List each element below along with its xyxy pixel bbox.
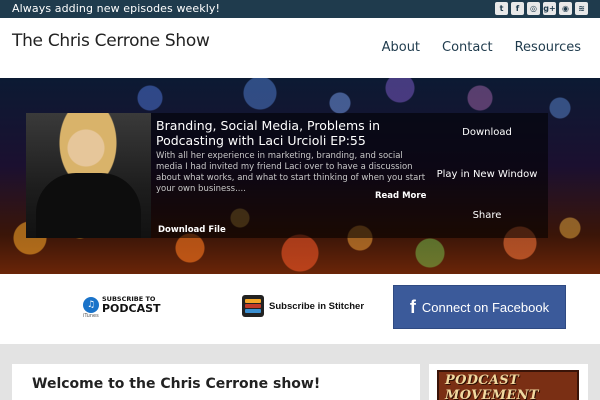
welcome-heading: Welcome to the Chris Cerrone show! xyxy=(32,376,321,392)
main-nav: About Contact Resources xyxy=(382,40,581,55)
main-content-box: Welcome to the Chris Cerrone show! xyxy=(12,364,420,400)
play-new-window-button[interactable]: Play in New Window xyxy=(426,169,548,180)
podcast-movement-banner[interactable]: PODCAST MOVEMENT xyxy=(437,370,579,400)
lower-content: Welcome to the Chris Cerrone show! PODCA… xyxy=(0,344,600,400)
stitcher-label: Subscribe in Stitcher xyxy=(269,300,365,312)
stitcher-icon xyxy=(242,295,264,317)
social-icons: t f ◎ g+ ◉ ≋ xyxy=(495,2,588,15)
stitcher-bar xyxy=(245,309,261,313)
tagline: Always adding new episodes weekly! xyxy=(12,2,221,15)
hero-banner: Branding, Social Media, Problems in Podc… xyxy=(0,78,600,274)
subscribe-row: ♫ SUBSCRIBE TO PODCAST iTunes Subscribe … xyxy=(0,274,600,344)
podcast-icon[interactable]: ◉ xyxy=(559,2,572,15)
facebook-f-icon: f xyxy=(409,296,416,317)
guest-photo xyxy=(26,113,151,238)
nav-contact[interactable]: Contact xyxy=(442,40,493,55)
itunes-line3: iTunes xyxy=(83,313,99,319)
stitcher-bar xyxy=(245,299,261,303)
episode-description: With all her experience in marketing, br… xyxy=(156,151,426,194)
site-header: The Chris Cerrone Show About Contact Res… xyxy=(0,18,600,78)
read-more-link[interactable]: Read More xyxy=(375,191,426,201)
instagram-icon[interactable]: ◎ xyxy=(527,2,540,15)
stitcher-subscribe-button[interactable]: Subscribe in Stitcher xyxy=(242,295,364,317)
podcast-movement-text: PODCAST MOVEMENT xyxy=(445,373,539,400)
itunes-icon: ♫ xyxy=(83,297,99,313)
nav-resources[interactable]: Resources xyxy=(515,40,581,55)
twitter-icon[interactable]: t xyxy=(495,2,508,15)
nav-about[interactable]: About xyxy=(382,40,420,55)
site-title[interactable]: The Chris Cerrone Show xyxy=(12,31,210,51)
facebook-icon[interactable]: f xyxy=(511,2,524,15)
top-bar: Always adding new episodes weekly! t f ◎… xyxy=(0,0,600,18)
facebook-label: Connect on Facebook xyxy=(421,299,550,315)
rss-icon[interactable]: ≋ xyxy=(575,2,588,15)
download-file-link[interactable]: Download File xyxy=(158,225,226,235)
sidebar-box: PODCAST MOVEMENT xyxy=(429,364,588,400)
facebook-connect-button[interactable]: f Connect on Facebook xyxy=(393,285,566,329)
guest-photo-figure xyxy=(36,173,141,238)
download-button[interactable]: Download xyxy=(426,127,548,138)
itunes-text: SUBSCRIBE TO PODCAST xyxy=(102,296,161,315)
share-button[interactable]: Share xyxy=(426,210,548,221)
stitcher-bar xyxy=(245,304,261,308)
episode-player: Branding, Social Media, Problems in Podc… xyxy=(26,113,548,238)
itunes-line2: PODCAST xyxy=(102,302,161,315)
itunes-subscribe-button[interactable]: ♫ SUBSCRIBE TO PODCAST iTunes xyxy=(83,296,161,319)
google-plus-icon[interactable]: g+ xyxy=(543,2,556,15)
player-actions: Download Play in New Window Share xyxy=(426,113,548,238)
episode-title[interactable]: Branding, Social Media, Problems in Podc… xyxy=(156,118,431,148)
